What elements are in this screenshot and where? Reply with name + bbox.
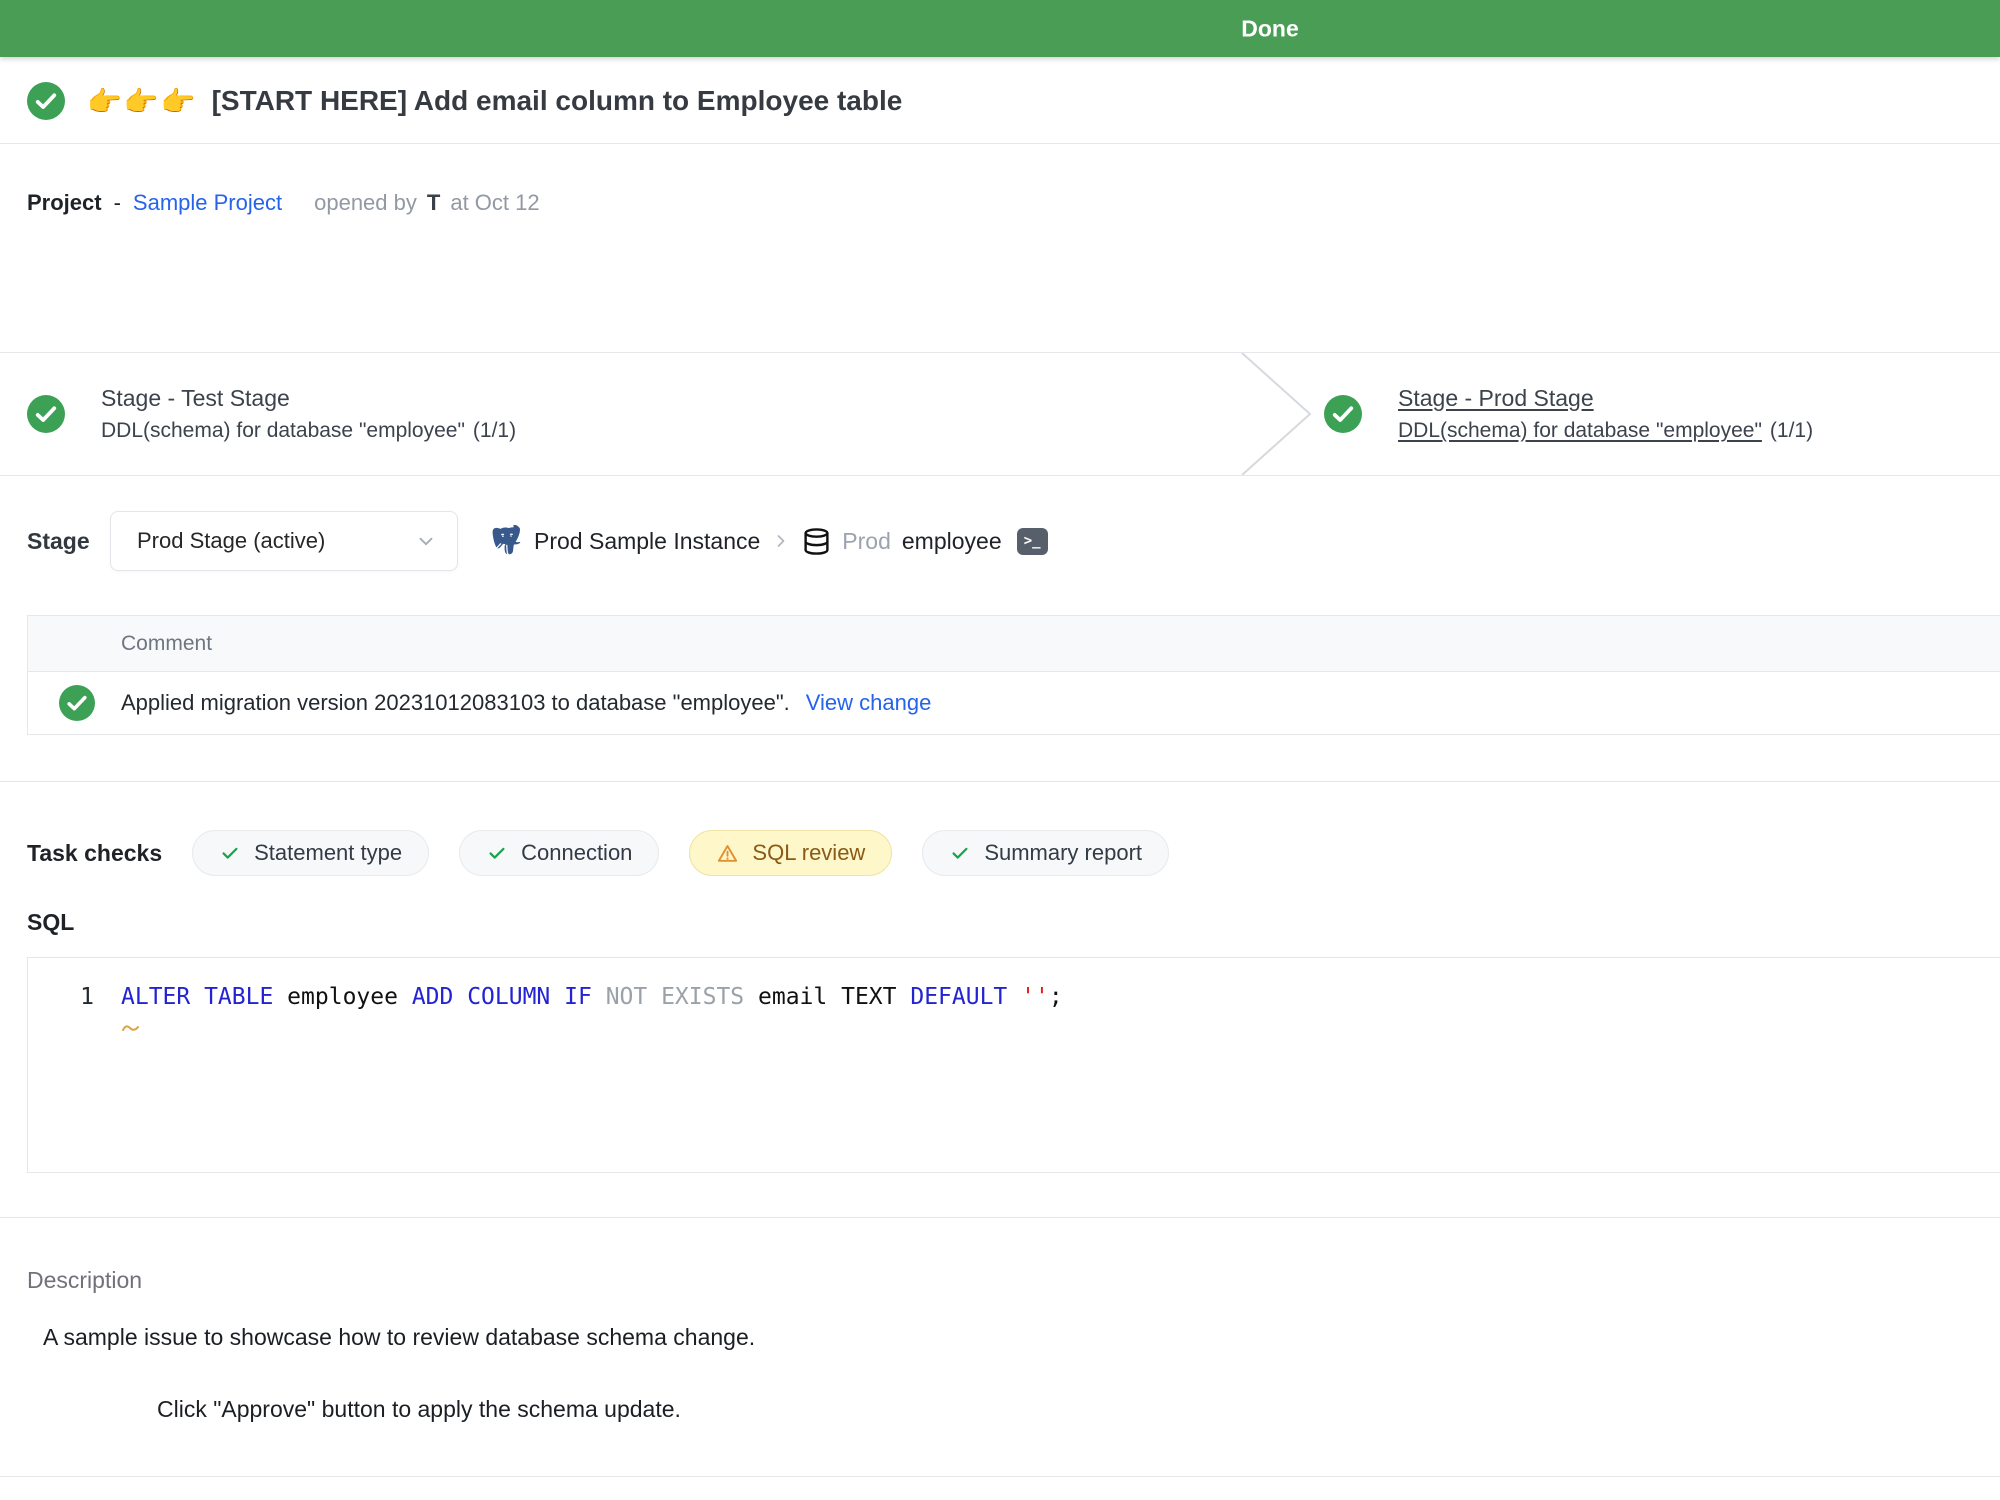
comment-table-header: Comment — [28, 616, 2000, 672]
task-checks-row: Task checks Statement type Connection SQ… — [27, 830, 1973, 876]
stage-progress: (1/1) — [1770, 419, 1813, 442]
check-pill-summary-report[interactable]: Summary report — [922, 830, 1169, 876]
postgresql-icon — [490, 525, 523, 558]
stage-card-texts: Stage - Prod Stage DDL(schema) for datab… — [1398, 385, 1813, 443]
comment-message: Applied migration version 20231012083103… — [121, 690, 790, 716]
view-change-link[interactable]: View change — [806, 690, 932, 716]
sql-code-line: 1ALTER TABLE employee ADD COLUMN IF NOT … — [28, 982, 2000, 1012]
section-divider — [0, 1476, 2000, 1477]
check-pill-label: Summary report — [984, 840, 1142, 866]
database-link[interactable]: employee — [902, 528, 1002, 555]
check-pill-label: Connection — [521, 840, 632, 866]
stage-card-texts: Stage - Test Stage DDL(schema) for datab… — [101, 385, 516, 443]
stage-card-test-stage[interactable]: Stage - Test Stage DDL(schema) for datab… — [0, 385, 1234, 443]
issue-title: 👉👉👉 [START HERE] Add email column to Emp… — [87, 85, 902, 118]
project-row: Project - Sample Project opened by T at … — [0, 144, 2000, 216]
stage-title: Stage - Test Stage — [101, 385, 516, 412]
sql-statement: ALTER TABLE employee ADD COLUMN IF NOT E… — [121, 982, 1063, 1012]
check-pill-sql-review[interactable]: SQL review — [689, 830, 892, 876]
stage-progress: (1/1) — [473, 419, 516, 442]
database-icon — [802, 527, 831, 556]
check-pass-icon — [219, 842, 241, 864]
description-paragraph: A sample issue to showcase how to review… — [43, 1324, 1973, 1351]
issue-title-row: 👉👉👉 [START HERE] Add email column to Emp… — [0, 57, 2000, 144]
stage-card-prod-stage[interactable]: Stage - Prod Stage DDL(schema) for datab… — [1324, 385, 2000, 443]
stage-select-label: Stage — [27, 528, 110, 555]
issue-title-text: [START HERE] Add email column to Employe… — [212, 85, 903, 117]
comment-done-check-icon — [59, 685, 95, 721]
check-pass-icon — [949, 842, 971, 864]
database-breadcrumb: Prod Sample Instance Prod employee >_ — [490, 525, 1048, 558]
section-divider — [0, 1217, 2000, 1218]
section-divider — [0, 781, 2000, 782]
opened-by-label: opened by — [314, 190, 417, 216]
pointing-emoji: 👉👉👉 — [87, 85, 198, 118]
status-banner: Done — [0, 0, 2000, 57]
description-section: Description A sample issue to showcase h… — [0, 1267, 2000, 1423]
status-label: Done — [1241, 15, 1299, 42]
sql-warning-squiggle-underline — [121, 1012, 2000, 1022]
chevron-right-icon — [771, 529, 791, 553]
task-checks-label: Task checks — [27, 840, 162, 867]
check-pill-connection[interactable]: Connection — [459, 830, 659, 876]
stage-dropdown[interactable]: Prod Stage (active) — [110, 511, 458, 571]
stage-title: Stage - Prod Stage — [1398, 385, 1813, 412]
comment-row: Applied migration version 20231012083103… — [28, 672, 2000, 734]
sql-editor-icon[interactable]: >_ — [1017, 528, 1048, 555]
instance-link[interactable]: Prod Sample Instance — [534, 528, 760, 555]
check-pill-statement-type[interactable]: Statement type — [192, 830, 429, 876]
issue-done-check-icon — [27, 82, 65, 120]
sql-section-label: SQL — [27, 909, 1973, 936]
description-label: Description — [27, 1267, 1973, 1294]
comment-header-label: Comment — [121, 632, 212, 656]
environment-label: Prod — [842, 528, 891, 555]
project-link[interactable]: Sample Project — [133, 190, 282, 216]
comment-table: Comment Applied migration version 202310… — [27, 615, 2000, 735]
stage-chevron-separator — [1234, 353, 1324, 475]
issue-page: Done 👉👉👉 [START HERE] Add email column t… — [0, 0, 2000, 1500]
chevron-down-icon — [415, 530, 437, 552]
stage-select-row: Stage Prod Stage (active) Prod Sample In… — [0, 511, 2000, 571]
stage-done-check-icon — [27, 395, 65, 433]
stage-done-check-icon — [1324, 395, 1362, 433]
line-number: 1 — [28, 982, 121, 1012]
warning-icon — [716, 842, 739, 865]
check-pill-label: SQL review — [752, 840, 865, 866]
stage-subtitle: DDL(schema) for database "employee"(1/1) — [101, 419, 516, 443]
opened-at-label: at Oct 12 — [450, 190, 539, 216]
stage-dropdown-value: Prod Stage (active) — [137, 528, 325, 554]
check-pill-label: Statement type — [254, 840, 402, 866]
stage-subtitle: DDL(schema) for database "employee"(1/1) — [1398, 419, 1813, 443]
project-dash: - — [114, 190, 121, 216]
project-label: Project — [27, 190, 102, 216]
check-pass-icon — [486, 842, 508, 864]
sql-code-block: 1ALTER TABLE employee ADD COLUMN IF NOT … — [27, 957, 2000, 1173]
stages-strip: Stage - Test Stage DDL(schema) for datab… — [0, 352, 2000, 476]
creator-label: T — [427, 190, 440, 216]
description-paragraph: Click "Approve" button to apply the sche… — [157, 1396, 1973, 1423]
